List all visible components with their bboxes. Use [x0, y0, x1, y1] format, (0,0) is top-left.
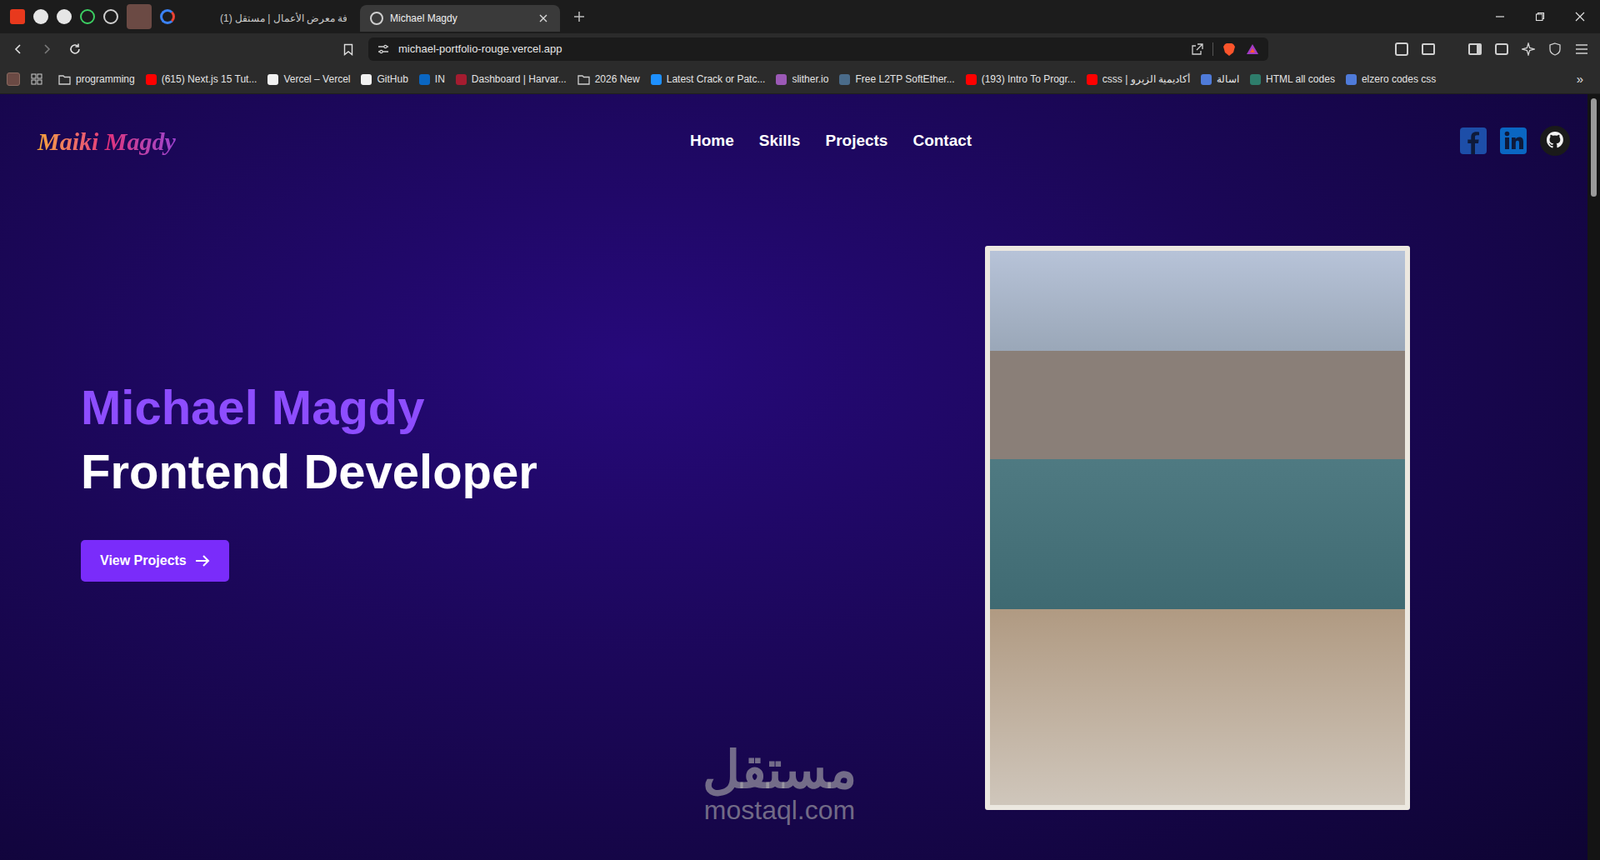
globe-icon[interactable]	[103, 9, 119, 25]
favicon-icon	[1345, 74, 1357, 85]
scrollbar-thumb[interactable]	[1590, 98, 1597, 197]
restore-icon[interactable]	[1520, 0, 1560, 34]
pinned-tab-icon[interactable]	[56, 9, 72, 25]
whatsapp-icon[interactable]	[80, 9, 95, 25]
tab-list: (1) إضافة معرض الأعمال | مستقل Michael Ma…	[190, 0, 560, 34]
favicon-icon	[775, 74, 787, 85]
facebook-icon[interactable]	[1458, 125, 1489, 156]
main-nav: Home Skills Projects Contact	[690, 129, 972, 154]
vpn-icon[interactable]	[1548, 42, 1562, 56]
brave-shield-icon[interactable]	[1221, 41, 1237, 57]
favicon-icon	[145, 74, 157, 85]
reload-icon[interactable]	[66, 40, 84, 58]
bookmark[interactable]: HTML all codes	[1250, 71, 1335, 87]
tab-strip: (1) إضافة معرض الأعمال | مستقل Michael Ma…	[0, 0, 1600, 34]
apps-icon[interactable]	[30, 72, 44, 86]
bookmark[interactable]: Vercel – Vercel	[267, 71, 350, 87]
favicon-icon	[839, 74, 850, 85]
wallet-icon[interactable]	[1495, 43, 1509, 55]
leo-icon[interactable]	[1521, 42, 1535, 56]
favicon-icon	[360, 74, 372, 85]
bookmark[interactable]: اسالة	[1200, 71, 1240, 87]
bookmark[interactable]: (615) Next.js 15 Tut...	[145, 71, 258, 87]
minimize-icon[interactable]	[1480, 0, 1520, 34]
tab-favicon-icon	[370, 11, 384, 25]
bookmark[interactable]: programming	[58, 71, 135, 87]
sidebar-icon[interactable]	[1468, 43, 1482, 55]
browser-tab[interactable]: (1) إضافة معرض الأعمال | مستقل	[190, 5, 357, 32]
bookmark[interactable]: IN	[419, 71, 445, 87]
bookmark[interactable]: GitHub	[360, 71, 408, 87]
favicon-icon	[419, 74, 430, 85]
media-icon[interactable]	[1421, 43, 1435, 55]
url-text[interactable]: michael-portfolio-rouge.vercel.app	[398, 40, 563, 58]
nav-link[interactable]: Projects	[825, 129, 888, 154]
pinned-tab-icon[interactable]	[126, 4, 152, 30]
portfolio-page: Maiki Magdy Home Skills Projects Contact Mi…	[0, 94, 1588, 860]
favicon-icon	[1250, 74, 1261, 85]
tab-favicon-icon	[200, 11, 214, 25]
favicon-icon	[455, 74, 467, 85]
github-icon[interactable]	[1538, 124, 1572, 158]
bookmark[interactable]: csss | أكاديمية الزيرو	[1086, 71, 1190, 87]
bookmark-list: programming (615) Next.js 15 Tut... Vercel…	[58, 71, 1564, 87]
nav-link[interactable]: Skills	[759, 129, 801, 154]
nav-link[interactable]: Home	[690, 129, 735, 154]
favicon-icon	[267, 74, 279, 85]
folder-icon	[58, 74, 71, 85]
bookmark[interactable]: elzero codes css	[1345, 71, 1436, 87]
arrow-right-icon	[195, 554, 210, 568]
toolbar-actions	[1395, 42, 1589, 56]
tab-label[interactable]: Michael Magdy	[390, 10, 530, 26]
social-links	[1458, 124, 1572, 158]
close-tab-icon[interactable]	[536, 11, 550, 25]
pinned-tab-icon[interactable]	[33, 9, 49, 25]
tab-label[interactable]: (1) إضافة معرض الأعمال | مستقل	[220, 10, 347, 26]
back-icon[interactable]	[10, 40, 27, 58]
bookmarks-bar: programming (615) Next.js 15 Tut... Vercel…	[0, 65, 1600, 95]
profile-icon[interactable]	[6, 72, 20, 86]
scrollbar[interactable]	[1587, 94, 1600, 860]
more-bookmarks[interactable]: »	[1573, 70, 1587, 90]
bookmark[interactable]: Dashboard | Harvar...	[455, 71, 567, 87]
bookmark[interactable]: (193) Intro To Progr...	[965, 71, 1076, 87]
hero-role: Frontend Developer	[80, 441, 985, 503]
bookmark[interactable]: Latest Crack or Patc...	[650, 71, 766, 87]
bookmark[interactable]: Free L2TP SoftEther...	[839, 71, 955, 87]
linkedin-icon[interactable]	[1498, 125, 1529, 156]
bookmark[interactable]: 2026 New	[577, 71, 640, 87]
share-icon[interactable]	[1189, 41, 1205, 57]
site-header: Maiki Magdy Home Skills Projects Contact	[0, 94, 1588, 188]
extensions-icon[interactable]	[1395, 42, 1409, 56]
toolbar: michael-portfolio-rouge.vercel.app	[0, 33, 1600, 65]
hero: Michael Magdy Frontend Developer View Pr…	[0, 187, 1588, 810]
browser-tab[interactable]: Michael Magdy	[360, 5, 560, 32]
address-bar[interactable]: michael-portfolio-rouge.vercel.app	[368, 37, 1269, 61]
folder-icon	[577, 74, 590, 85]
profile-photo	[985, 245, 1410, 810]
brave-rewards-icon[interactable]	[1245, 41, 1260, 57]
pinned-tab-icon[interactable]	[10, 9, 25, 25]
bookmark[interactable]: slither.io	[775, 71, 829, 87]
favicon-icon	[1086, 74, 1098, 85]
favicon-icon	[1200, 74, 1212, 85]
new-tab-icon[interactable]	[570, 7, 589, 26]
favicon-icon	[650, 74, 662, 85]
menu-icon[interactable]	[1575, 42, 1589, 56]
pinned-tabs	[10, 4, 190, 30]
logo[interactable]: Maiki Magdy	[35, 127, 178, 155]
forward-icon[interactable]	[38, 40, 55, 58]
view-projects-button[interactable]: View Projects	[80, 540, 230, 582]
hero-name: Michael Magdy	[80, 377, 985, 439]
window-controls	[1480, 0, 1600, 34]
bookmark-page-icon[interactable]	[340, 40, 357, 58]
favicon-icon	[965, 74, 977, 85]
watermark: مستقل mostaql.com	[702, 742, 857, 825]
close-window-icon[interactable]	[1560, 0, 1600, 34]
google-icon[interactable]	[160, 9, 175, 25]
viewport: Maiki Magdy Home Skills Projects Contact Mi…	[0, 94, 1600, 860]
site-settings-icon[interactable]	[376, 42, 390, 56]
nav-link[interactable]: Contact	[912, 129, 972, 154]
